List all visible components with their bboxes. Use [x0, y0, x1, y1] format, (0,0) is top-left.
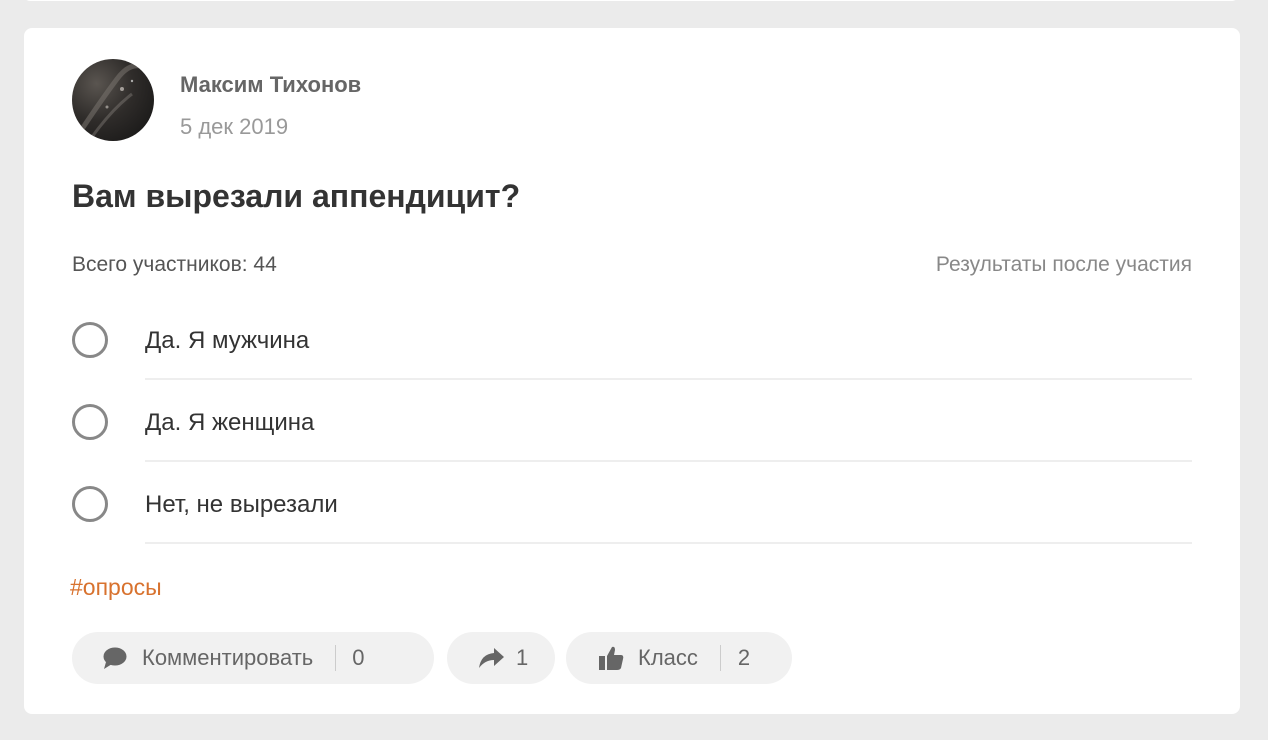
previous-post-card — [24, 0, 1238, 1]
poll-option-3[interactable]: Нет, не вырезали — [72, 478, 1192, 560]
poll-question: Вам вырезали аппендицит? — [72, 178, 521, 214]
divider — [145, 460, 1192, 462]
poll-option-1[interactable]: Да. Я мужчина — [72, 314, 1192, 396]
radio-button[interactable] — [72, 322, 108, 358]
comment-count: 0 — [352, 645, 365, 670]
poll-option-label: Да. Я мужчина — [145, 327, 310, 354]
radio-button[interactable] — [72, 486, 108, 522]
share-arrow-icon — [477, 646, 505, 670]
divider — [145, 542, 1192, 544]
share-count: 1 — [516, 645, 529, 670]
results-after-voting-note[interactable]: Результаты после участия — [936, 253, 1192, 277]
like-label: Класс — [638, 645, 698, 670]
hashtag-link[interactable]: #опросы — [70, 574, 162, 601]
divider — [145, 378, 1192, 380]
avatar-image — [79, 63, 149, 138]
comment-label: Комментировать — [142, 645, 314, 670]
poll-option-2[interactable]: Да. Я женщина — [72, 396, 1192, 478]
share-button[interactable]: 1 — [447, 632, 555, 684]
poll-option-label: Нет, не вырезали — [145, 491, 338, 518]
comment-button[interactable]: Комментировать 0 — [72, 632, 434, 684]
poll-post-card: Максим Тихонов 5 дек 2019 Вам вырезали а… — [24, 28, 1240, 714]
participants-count: Всего участников: 44 — [72, 253, 277, 276]
author-name[interactable]: Максим Тихонов — [180, 72, 361, 98]
like-button[interactable]: Класс 2 — [566, 632, 792, 684]
post-date[interactable]: 5 дек 2019 — [180, 114, 288, 140]
avatar[interactable] — [72, 59, 154, 141]
radio-button[interactable] — [72, 404, 108, 440]
comment-bubble-icon — [102, 646, 128, 670]
divider — [719, 645, 721, 671]
thumbs-up-icon — [598, 645, 624, 671]
poll-option-label: Да. Я женщина — [145, 409, 315, 436]
divider — [335, 645, 337, 671]
like-count: 2 — [737, 645, 751, 670]
